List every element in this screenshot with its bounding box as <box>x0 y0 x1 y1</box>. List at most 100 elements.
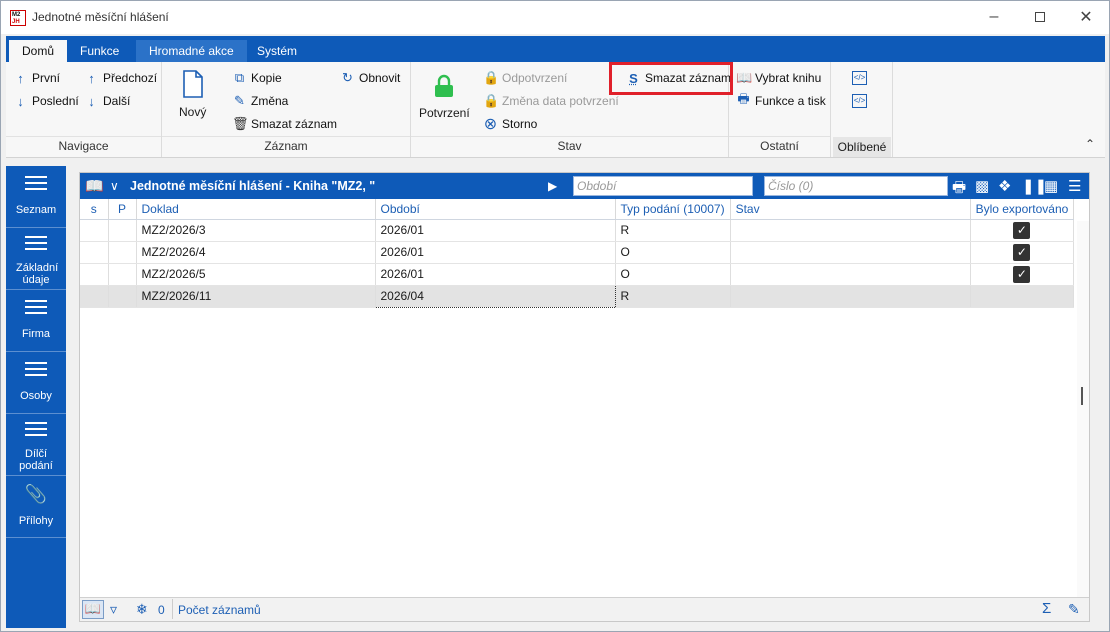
record-list-panel: 📖 ∨ Jednotné měsíční hlášení - Kniha "MZ… <box>79 172 1090 622</box>
group-label-ostatni: Ostatní <box>729 136 830 154</box>
close-button[interactable]: ✕ <box>1063 1 1109 33</box>
favorite-1-button[interactable]: </> <box>852 68 871 88</box>
period-filter-input[interactable]: Období <box>573 176 753 196</box>
cell-p <box>108 241 137 264</box>
sidebar-item-zakladni-udaje[interactable]: Základní údaje <box>6 228 66 290</box>
column-header-doklad[interactable]: Doklad <box>136 199 376 220</box>
delete-record-button[interactable]: 🗑 Smazat záznam <box>232 114 337 134</box>
table-row[interactable]: MZ2/2026/4 2026/01 O ✓ <box>80 241 1075 264</box>
group-navigace: ↑ První ↑ Předchozí ↓ Poslední ↓ Další Navig… <box>6 62 162 157</box>
unconfirm-button[interactable]: 🔒 Odpotvrzení <box>483 68 567 88</box>
cell-stav <box>730 263 971 286</box>
cell-doklad: MZ2/2026/4 <box>136 241 376 264</box>
sidebar-item-firma[interactable]: Firma <box>6 290 66 352</box>
collapse-ribbon-icon[interactable]: ⌃ <box>1085 137 1095 151</box>
filter-icon[interactable]: ▿ <box>110 601 117 618</box>
column-header-bylo-exportovano[interactable]: Bylo exportováno <box>970 199 1075 220</box>
table-row-selected[interactable]: MZ2/2026/11 2026/04 R <box>80 284 1075 308</box>
cell-s <box>80 285 109 308</box>
refresh-icon: ↻ <box>342 70 353 85</box>
cell-exported: ✓ <box>970 263 1075 286</box>
sidebar: Seznam Základní údaje Firma Osoby Dílčí … <box>6 166 66 628</box>
title-bar: M2 JH Jednotné měsíční hlášení – ✕ <box>1 1 1109 34</box>
refresh-button[interactable]: ↻ Obnovit <box>340 68 400 88</box>
document-icon <box>182 70 203 98</box>
copy-button[interactable]: ⧉ Kopie <box>232 68 282 88</box>
storno-button[interactable]: ⊗ Storno <box>483 114 538 134</box>
cell-doklad: MZ2/2026/5 <box>136 263 376 286</box>
lock-icon: 🔒 <box>483 93 500 108</box>
cell-doklad: MZ2/2026/3 <box>136 219 376 242</box>
cell-stav <box>730 241 971 264</box>
filter-cubes-icon[interactable]: ❖ <box>998 177 1011 195</box>
last-button[interactable]: ↓ Poslední <box>13 91 78 111</box>
first-button[interactable]: ↑ První <box>13 68 60 88</box>
edit-icon[interactable]: ✎ <box>1068 601 1080 618</box>
cell-obdobi: 2026/01 <box>375 241 616 264</box>
chart-icon[interactable]: ▩ <box>975 177 989 195</box>
trash-icon: 🗑 <box>232 116 249 131</box>
table-row[interactable]: MZ2/2026/3 2026/01 R ✓ <box>80 219 1075 242</box>
excel-export-icon[interactable]: ▦ <box>1044 177 1058 195</box>
column-header-obdobi[interactable]: Období <box>375 199 616 220</box>
vertical-scrollbar[interactable] <box>1077 221 1089 597</box>
book-view-icon[interactable]: 📖 <box>82 600 104 619</box>
next-button[interactable]: ↓ Další <box>84 91 130 111</box>
new-button[interactable]: Nový <box>179 70 206 119</box>
pencil-icon: ✎ <box>234 93 245 108</box>
highlight-box <box>609 62 733 95</box>
group-zaznam: Nový ⧉ Kopie ✎ Změna 🗑 Smazat záznam ↻ Obnov… <box>162 62 411 157</box>
table-row[interactable]: MZ2/2026/5 2026/01 O ✓ <box>80 263 1075 286</box>
snowflake-icon[interactable]: ❄ <box>136 601 148 618</box>
cell-p <box>108 285 137 308</box>
change-confirm-date-button[interactable]: 🔒 Změna data potvrzení <box>483 91 619 111</box>
cell-exported: ✓ <box>970 219 1075 242</box>
sidebar-item-prilohy[interactable]: 📎 Přílohy <box>6 476 66 538</box>
cell-p <box>108 263 137 286</box>
record-count-label: Počet záznamů <box>178 603 261 617</box>
cell-doklad: MZ2/2026/11 <box>136 285 376 308</box>
confirm-button[interactable]: Potvrzení <box>419 74 470 120</box>
sum-icon[interactable]: Σ <box>1042 600 1051 617</box>
menu-icon[interactable]: ☰ <box>1068 177 1081 195</box>
column-header-p[interactable]: P <box>108 199 137 220</box>
previous-button[interactable]: ↑ Předchozí <box>84 68 157 88</box>
book-icon[interactable]: 📖 <box>85 177 104 195</box>
table-header-row: s P Doklad Období Typ podání (10007) Sta… <box>80 199 1075 220</box>
status-bar: 📖 ▿ ❄ 0 Počet záznamů Σ ✎ <box>80 597 1089 621</box>
change-button[interactable]: ✎ Změna <box>232 91 288 111</box>
checkbox-checked-icon: ✓ <box>1013 243 1031 261</box>
sidebar-item-dilci-podani[interactable]: Dílčí podání <box>6 414 66 476</box>
arrow-up-icon: ↑ <box>17 70 24 86</box>
column-header-stav[interactable]: Stav <box>730 199 971 220</box>
sidebar-item-osoby[interactable]: Osoby <box>6 352 66 414</box>
functions-print-button[interactable]: 🖶 Funkce a tisk <box>736 91 825 111</box>
code-icon: </> <box>852 71 867 85</box>
arrow-down-icon: ↓ <box>17 93 24 109</box>
column-header-typ-podani[interactable]: Typ podání (10007) <box>615 199 731 220</box>
minimize-button[interactable]: – <box>971 1 1017 33</box>
arrow-down-icon: ↓ <box>88 93 95 109</box>
tab-domu[interactable]: Domů <box>9 40 68 62</box>
cell-typ: O <box>615 241 731 264</box>
scrollbar-thumb[interactable] <box>1081 387 1083 405</box>
favorite-2-button[interactable]: </> <box>852 91 871 111</box>
cell-typ: O <box>615 263 731 286</box>
cell-stav <box>730 285 971 308</box>
tab-funkce[interactable]: Funkce <box>67 40 132 62</box>
checkbox-checked-icon: ✓ <box>1013 265 1031 283</box>
tab-hromadne-akce[interactable]: Hromadné akce <box>136 40 247 62</box>
printer-icon: 🖶 <box>737 91 750 106</box>
column-header-s[interactable]: s <box>80 199 109 220</box>
play-icon[interactable]: ▶ <box>548 179 557 193</box>
select-book-button[interactable]: 📖 Vybrat knihu <box>736 68 821 88</box>
chevron-down-icon[interactable]: ∨ <box>110 179 119 193</box>
tab-system[interactable]: Systém <box>244 40 310 62</box>
code-icon: </> <box>852 94 867 108</box>
number-search-input[interactable]: Číslo (0) <box>764 176 948 196</box>
list-icon <box>25 300 47 314</box>
list-icon <box>25 176 47 190</box>
sidebar-item-seznam[interactable]: Seznam <box>6 166 66 228</box>
maximize-button[interactable] <box>1017 1 1063 33</box>
lock-icon: 🔒 <box>483 70 500 85</box>
